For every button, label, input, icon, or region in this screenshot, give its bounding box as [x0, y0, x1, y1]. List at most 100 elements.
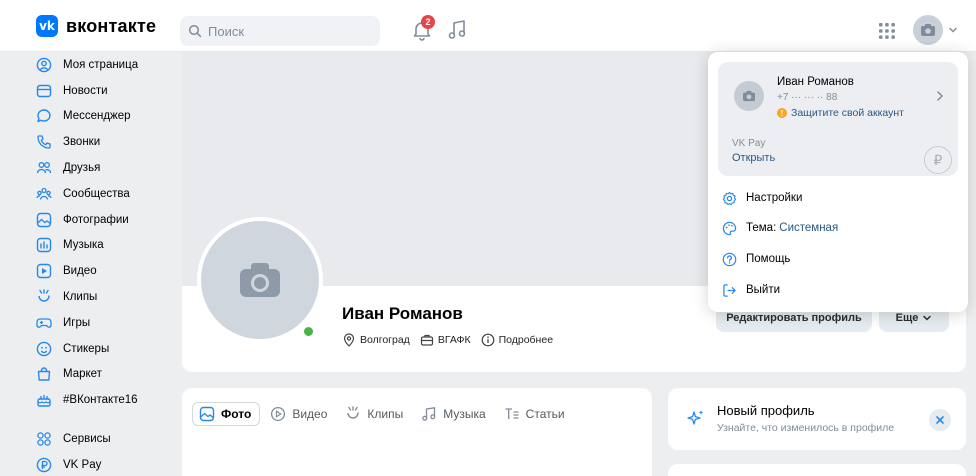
photo-icon	[36, 212, 52, 227]
profile-education[interactable]: ВГАФК	[420, 333, 471, 347]
camera-icon	[921, 24, 935, 36]
sidebar-item-communities[interactable]: Сообщества	[36, 181, 176, 207]
notification-badge: 2	[421, 15, 435, 29]
sidebar-item-label: Звонки	[63, 136, 101, 149]
location-pin-icon	[343, 333, 355, 347]
close-button[interactable]	[929, 409, 951, 431]
sidebar-item-games[interactable]: Игры	[36, 310, 176, 336]
tab-music[interactable]: Музыка	[415, 402, 493, 426]
tab-label: Статьи	[525, 407, 565, 421]
tab-video[interactable]: Видео	[264, 402, 335, 426]
menu-item-theme[interactable]: Тема: Системная	[722, 218, 838, 238]
play-circle-icon	[271, 406, 286, 422]
sidebar-item-my-page[interactable]: Моя страница	[36, 52, 176, 78]
details-label: Подробнее	[498, 334, 554, 346]
menu-item-label: Выйти	[746, 284, 781, 296]
sidebar-item-vkpay[interactable]: VK Pay	[36, 452, 176, 476]
sidebar-item-music[interactable]: Музыка	[36, 233, 176, 259]
sidebar-item-label: Клипы	[63, 291, 98, 304]
articles-icon	[505, 408, 519, 419]
menu-item-settings[interactable]: Настройки	[722, 188, 802, 208]
market-icon	[37, 367, 51, 382]
header-avatar[interactable]	[913, 15, 943, 45]
profile-meta: Волгоград ВГАФК Подробнее	[342, 333, 553, 347]
search-placeholder: Поиск	[208, 23, 245, 39]
sidebar-item-vk16[interactable]: #ВКонтакте16	[36, 387, 176, 413]
content-tabs: Фото Видео Клипы Музыка Статьи	[192, 402, 573, 426]
new-profile-card[interactable]	[668, 388, 966, 450]
sticker-icon	[36, 341, 52, 356]
camera-icon	[743, 90, 755, 102]
tab-label: Клипы	[367, 407, 404, 421]
briefcase-icon	[420, 334, 433, 346]
sidebar-item-label: VK Pay	[63, 458, 102, 471]
gear-icon	[722, 191, 737, 205]
vkpay-icon	[36, 457, 52, 473]
profile-city[interactable]: Волгоград	[342, 333, 410, 347]
account-name: Иван Романов	[777, 76, 854, 88]
apps-button[interactable]	[878, 22, 896, 40]
sparkle-icon	[686, 408, 706, 428]
sidebar-item-label: Фотографии	[63, 213, 129, 226]
vkpay-label: VK Pay	[732, 138, 766, 149]
games-icon	[36, 318, 52, 328]
top-header: vk вконтакте Поиск 2	[0, 0, 976, 52]
search-input[interactable]: Поиск	[180, 16, 380, 46]
left-sidebar: Моя страница Новости Мессенджер Звонки Д…	[36, 52, 176, 476]
sidebar-item-label: Стикеры	[63, 342, 110, 355]
sidebar-item-label: Друзья	[63, 162, 101, 175]
theme-label: Тема:	[746, 222, 777, 234]
close-icon	[936, 416, 944, 424]
chevron-down-icon	[923, 315, 932, 321]
city-label: Волгоград	[360, 334, 410, 346]
friends-icon	[36, 162, 52, 174]
grid-icon	[879, 23, 895, 39]
vk-logo-icon: vk	[36, 15, 58, 37]
sidebar-item-services[interactable]: Сервисы	[36, 426, 176, 452]
music-player-button[interactable]	[447, 19, 467, 41]
music-note-icon	[422, 407, 436, 421]
protect-account-link[interactable]: ! Защитите свой аккаунт	[777, 107, 904, 119]
info-icon	[481, 333, 494, 347]
vk-logo[interactable]: vk вконтакте	[36, 15, 156, 37]
sidebar-item-news[interactable]: Новости	[36, 78, 176, 104]
profile-details-link[interactable]: Подробнее	[481, 333, 553, 347]
camera-icon	[240, 263, 280, 297]
music-note-icon	[448, 20, 466, 39]
menu-item-logout[interactable]: Выйти	[722, 280, 780, 300]
notifications-button[interactable]: 2	[411, 15, 435, 43]
menu-item-label: Настройки	[746, 192, 803, 204]
tab-label: Фото	[221, 407, 252, 421]
vkpay-open-link[interactable]: Открыть	[732, 152, 775, 164]
sidebar-item-label: Музыка	[63, 239, 104, 252]
sidebar-item-market[interactable]: Маркет	[36, 362, 176, 388]
message-icon	[37, 109, 51, 123]
sidebar-item-messenger[interactable]: Мессенджер	[36, 104, 176, 130]
chevron-down-icon	[949, 27, 957, 33]
cake-icon	[37, 395, 51, 407]
menu-item-help[interactable]: Помощь	[722, 249, 790, 269]
music-icon	[36, 238, 52, 253]
sidebar-item-clips[interactable]: Клипы	[36, 284, 176, 310]
account-menu-toggle[interactable]	[947, 24, 959, 36]
user-circle-icon	[36, 57, 52, 73]
clips-icon	[347, 406, 360, 419]
tab-label: Видео	[292, 407, 328, 421]
tab-clips[interactable]: Клипы	[339, 402, 411, 426]
sidebar-item-label: Моя страница	[63, 58, 139, 71]
sidebar-item-stickers[interactable]: Стикеры	[36, 336, 176, 362]
communities-icon	[36, 187, 52, 200]
profile-name: Иван Романов	[342, 304, 463, 323]
tab-photos[interactable]: Фото	[192, 402, 261, 426]
sidebar-item-calls[interactable]: Звонки	[36, 129, 176, 155]
help-icon	[722, 252, 737, 266]
tab-articles[interactable]: Статьи	[498, 402, 573, 426]
sidebar-item-photos[interactable]: Фотографии	[36, 207, 176, 233]
sidebar-item-label: Видео	[63, 265, 97, 278]
online-status-indicator	[301, 324, 316, 339]
account-phone: +7 ··· ··· ·· 88	[777, 92, 838, 103]
logo-text: вконтакте	[66, 15, 157, 36]
warning-icon: !	[777, 108, 787, 118]
sidebar-item-video[interactable]: Видео	[36, 258, 176, 284]
sidebar-item-friends[interactable]: Друзья	[36, 155, 176, 181]
